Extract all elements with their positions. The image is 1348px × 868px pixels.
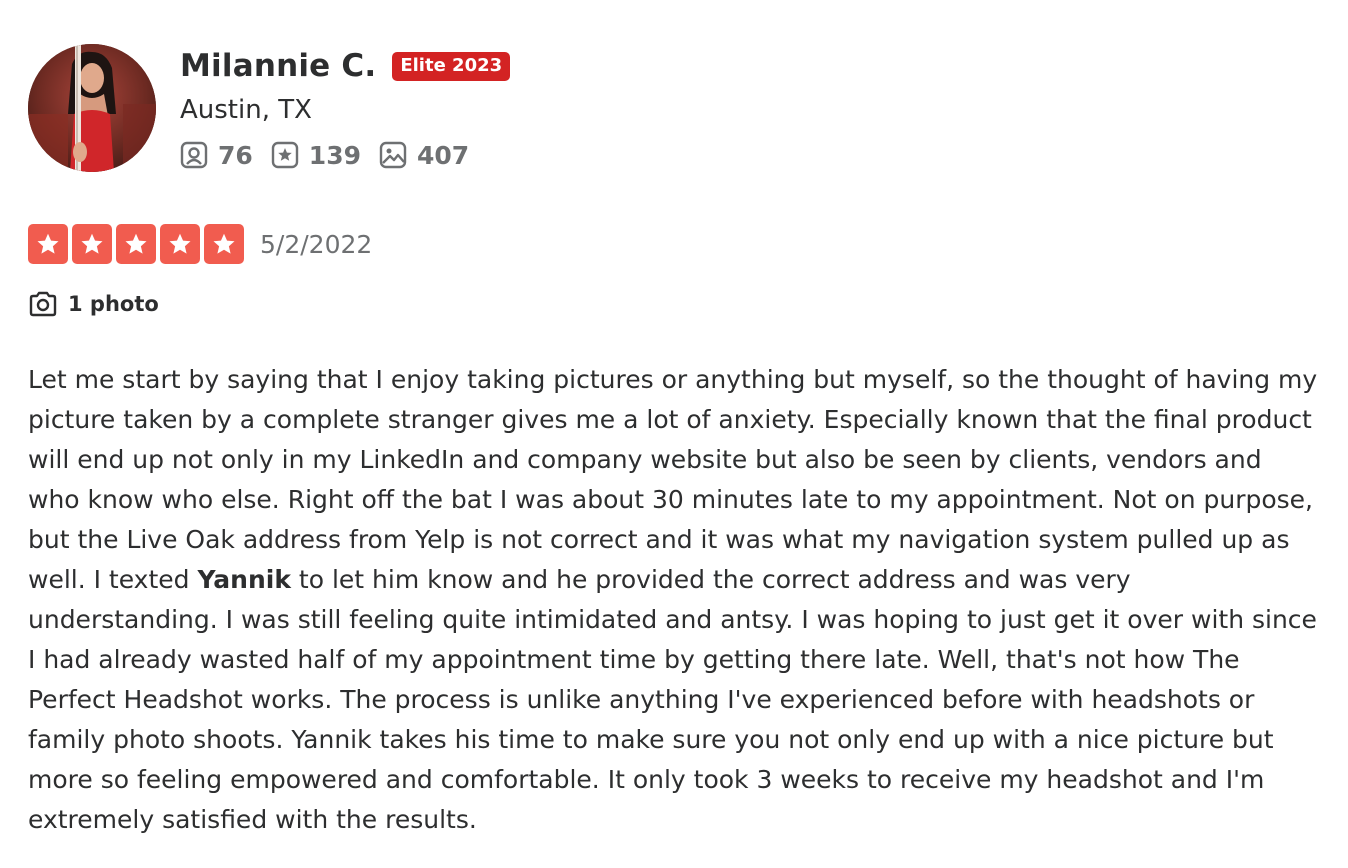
reviews-stat: 139 [271, 141, 361, 170]
user-info: Milannie C. Elite 2023 Austin, TX 76 139… [180, 44, 511, 172]
star-icon [72, 224, 112, 264]
review-text-part1: Let me start by saying that I enjoy taki… [28, 365, 1318, 594]
star-icon [116, 224, 156, 264]
user-location: Austin, TX [180, 95, 312, 125]
friends-stat: 76 [180, 141, 253, 170]
name-line: Milannie C. Elite 2023 [180, 46, 511, 86]
review-text-mention: Yannik [197, 565, 291, 594]
review-text: Let me start by saying that I enjoy taki… [28, 360, 1320, 840]
camera-icon [29, 291, 57, 317]
photos-stat: 407 [379, 141, 469, 170]
avatar[interactable] [28, 44, 156, 172]
friends-icon [180, 141, 208, 169]
photo-link[interactable]: 1 photo [28, 286, 1320, 322]
review-date: 5/2/2022 [260, 229, 373, 259]
review-card: Milannie C. Elite 2023 Austin, TX 76 139… [28, 44, 1320, 865]
user-passport: Milannie C. Elite 2023 Austin, TX 76 139… [28, 44, 1320, 172]
user-stats: 76 139 407 [180, 138, 510, 172]
user-name[interactable]: Milannie C. [180, 48, 376, 84]
friends-count: 76 [218, 140, 253, 170]
rating-row: 5/2/2022 [28, 224, 1320, 264]
star-rating [28, 224, 248, 264]
review-text-part2: to let him know and he provided the corr… [28, 565, 1317, 834]
star-icon [160, 224, 200, 264]
star-icon [204, 224, 244, 264]
photos-count: 407 [416, 140, 470, 170]
review-star-icon [271, 141, 298, 169]
photo-count-label: 1 photo [68, 292, 159, 316]
star-icon [28, 224, 68, 264]
reviews-count: 139 [308, 140, 361, 170]
elite-badge[interactable]: Elite 2023 [392, 51, 511, 81]
photos-icon [379, 141, 407, 169]
